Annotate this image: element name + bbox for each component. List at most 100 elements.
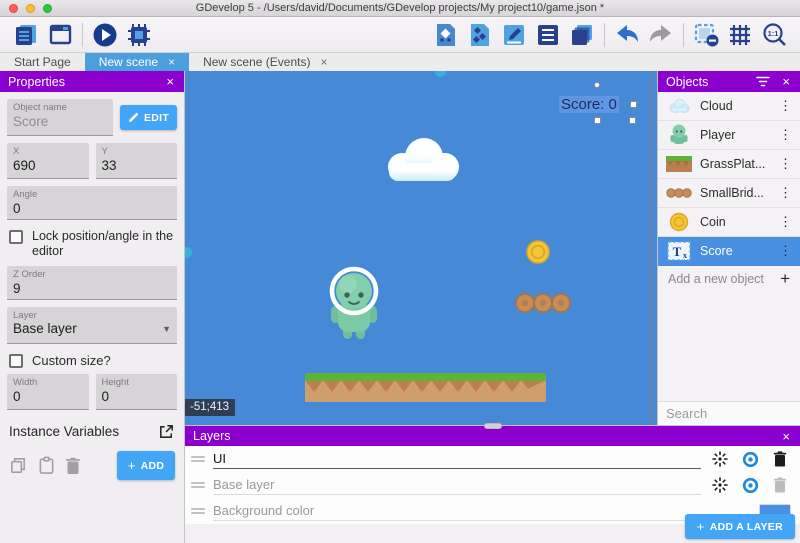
debug-button[interactable] [124,20,154,50]
y-label: Y [102,146,172,157]
redo-icon [647,22,675,48]
close-icon[interactable]: × [780,74,792,89]
object-row-smallbrid-[interactable]: SmallBrid...⋮ [658,179,800,208]
panel-resize-handle[interactable] [435,71,446,77]
window-button[interactable] [45,20,75,50]
object-groups-button[interactable] [465,20,495,50]
close-icon[interactable]: × [780,429,792,444]
tab-new-scene-events-[interactable]: New scene (Events)× [189,53,341,71]
kebab-menu-icon[interactable]: ⋮ [775,98,796,114]
kebab-menu-icon[interactable]: ⋮ [775,214,796,230]
eye-icon[interactable] [739,451,762,468]
kebab-menu-icon[interactable]: ⋮ [775,243,796,259]
drag-handle-icon[interactable] [191,456,205,462]
width-field: Width [7,374,89,410]
angle-label: Angle [13,189,171,200]
object-row-player[interactable]: Player⋮ [658,121,800,150]
coin-instance[interactable] [525,239,551,268]
copy-icon[interactable] [9,456,28,475]
edit-scene-button[interactable] [499,20,529,50]
zoom-1-1-icon: 1:1 [761,22,788,48]
grid-button[interactable] [725,20,755,50]
effects-icon[interactable] [709,451,731,467]
objects-search [658,401,800,425]
edit-object-button[interactable]: EDIT [120,105,177,130]
project-manager-button[interactable] [11,20,41,50]
panel-resize-handle[interactable] [185,247,192,258]
trash-icon[interactable] [770,451,790,467]
layer-row-base-layer [185,472,800,498]
object-row-cloud[interactable]: Cloud⋮ [658,92,800,121]
toolbar-separator [82,23,83,47]
mask-button[interactable] [691,20,721,50]
eye-icon[interactable] [739,477,762,494]
height-input[interactable] [102,388,172,405]
tab-start-page[interactable]: Start Page [0,53,85,71]
play-button[interactable] [90,20,120,50]
add-layer-button[interactable]: + ADD A LAYER [685,514,795,539]
scene-canvas[interactable]: Score: 0 [185,71,657,425]
object-row-coin[interactable]: Coin⋮ [658,208,800,237]
filter-icon[interactable] [756,76,770,87]
paste-icon[interactable] [38,456,55,475]
maximize-window-button[interactable] [43,4,52,13]
add-new-object-row[interactable]: Add a new object+ [658,266,800,292]
objects-editor-button[interactable] [431,20,461,50]
cloud-instance[interactable] [377,133,469,188]
kebab-menu-icon[interactable]: ⋮ [775,127,796,143]
instances-list-button[interactable] [533,20,563,50]
grass-platform-instance[interactable] [305,373,546,405]
layer-label: Layer [13,310,171,321]
object-row-score[interactable]: TxScore⋮ [658,237,800,266]
add-variable-button[interactable]: + ADD [117,451,175,480]
tab-new-scene[interactable]: New scene× [85,53,189,71]
project-manager-icon [14,22,39,47]
object-label: Player [700,128,775,142]
layers-list [185,446,800,524]
add-new-object-label: Add a new object [668,272,780,286]
effects-icon[interactable] [709,477,731,493]
x-input[interactable] [13,157,83,174]
selection-handle[interactable] [630,101,637,108]
small-bridge-instance[interactable] [514,292,572,317]
close-window-button[interactable] [9,4,18,13]
trash-icon[interactable] [770,477,790,493]
player-instance[interactable] [326,265,382,346]
kebab-menu-icon[interactable]: ⋮ [775,185,796,201]
close-icon[interactable]: × [168,55,175,69]
minimize-window-button[interactable] [26,4,35,13]
search-input[interactable] [666,406,800,421]
y-input[interactable] [102,157,172,174]
selection-handle[interactable] [629,117,636,124]
selection-handle[interactable] [594,82,600,88]
edit-button-label: EDIT [144,112,169,124]
open-in-new-icon[interactable] [158,423,175,440]
debug-icon [126,22,152,48]
undo-button[interactable] [612,20,642,50]
object-name-input[interactable] [13,113,107,130]
layer-name-input[interactable] [213,449,701,469]
width-input[interactable] [13,388,83,405]
drag-handle-icon[interactable] [191,508,205,514]
angle-input[interactable] [13,200,171,217]
zorder-input[interactable] [13,280,171,297]
selection-handle[interactable] [594,117,601,124]
custom-size-checkbox[interactable] [9,354,23,368]
redo-button[interactable] [646,20,676,50]
layer-name-input[interactable] [213,501,752,521]
score-text-instance[interactable]: Score: 0 [559,96,619,113]
layer-dropdown[interactable]: Layer Base layer ▼ [7,307,177,344]
pencil-icon [128,112,139,123]
panel-drag-handle[interactable] [484,423,502,429]
lock-position-checkbox[interactable] [9,230,23,244]
kebab-menu-icon[interactable]: ⋮ [775,156,796,172]
drag-handle-icon[interactable] [191,482,205,488]
object-row-grassplat-[interactable]: GrassPlat...⋮ [658,150,800,179]
add-object-plus-icon[interactable]: + [780,269,790,289]
zoom-1-1-button[interactable]: 1:1 [759,20,789,50]
layers-editor-button[interactable] [567,20,597,50]
close-icon[interactable]: × [320,55,327,69]
close-icon[interactable]: × [164,74,176,89]
layer-name-input[interactable] [213,475,701,495]
trash-icon[interactable] [65,457,81,475]
